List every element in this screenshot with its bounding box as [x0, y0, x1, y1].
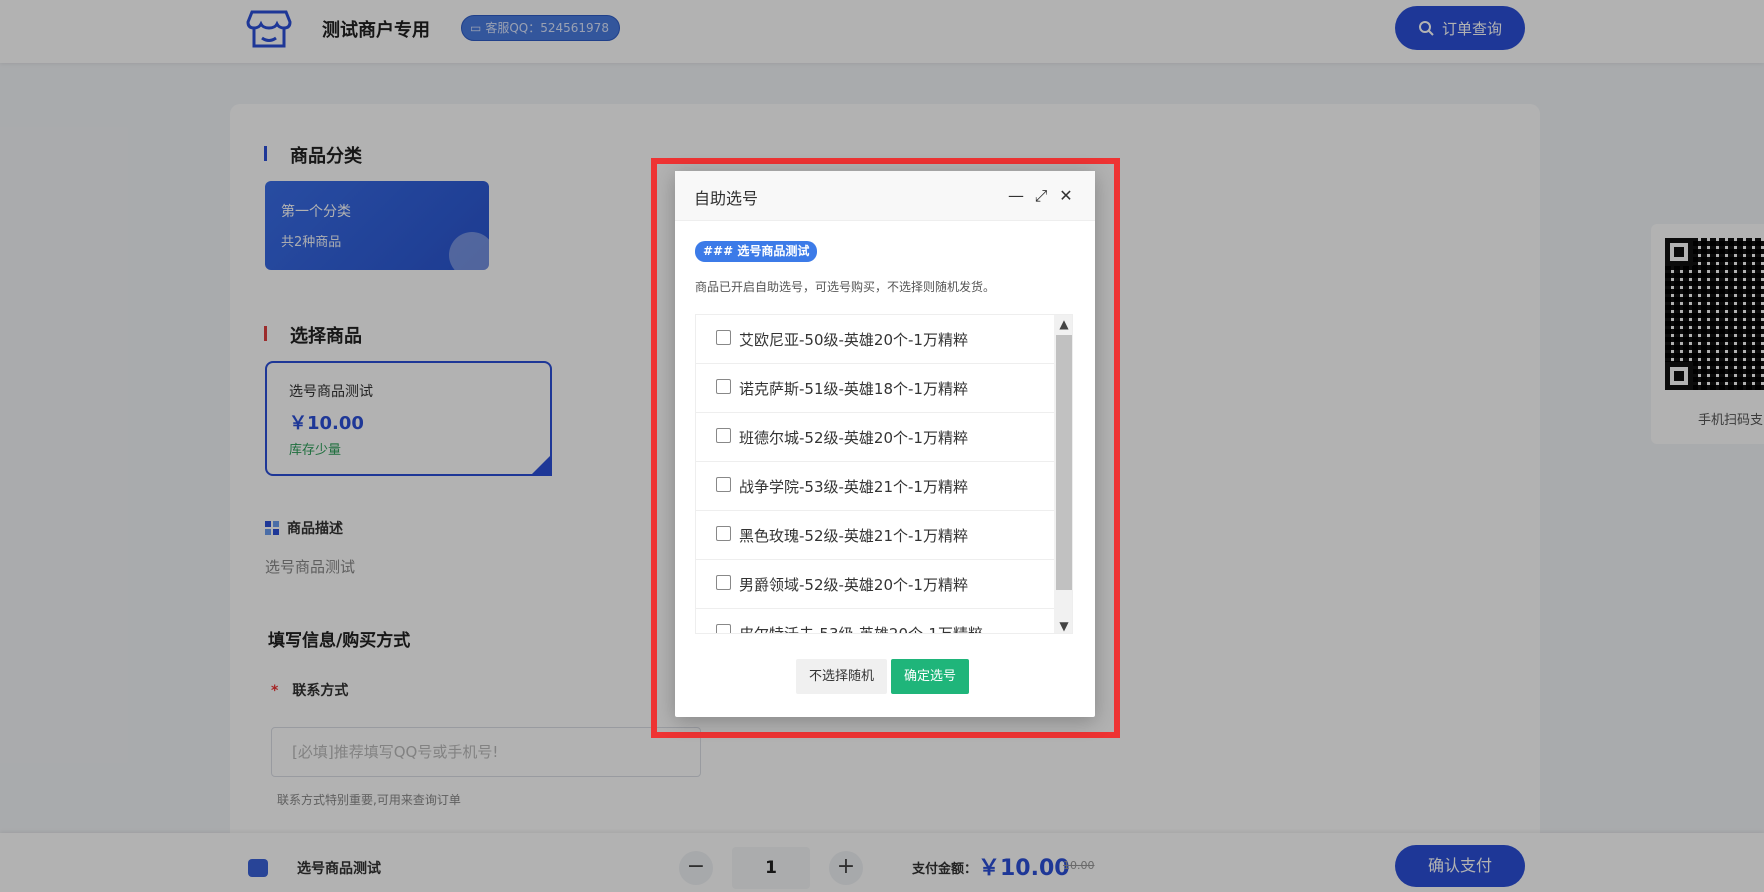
list-item[interactable]: 男爵领域-52级-英雄20个-1万精粹: [696, 560, 1054, 609]
list-item-label: 班德尔城-52级-英雄20个-1万精粹: [739, 428, 968, 447]
list-item-label: 黑色玫瑰-52级-英雄21个-1万精粹: [739, 526, 968, 545]
list-item[interactable]: 诺克萨斯-51级-英雄18个-1万精粹: [696, 364, 1054, 413]
account-list[interactable]: 艾欧尼亚-50级-英雄20个-1万精粹 诺克萨斯-51级-英雄18个-1万精粹 …: [695, 314, 1073, 634]
scroll-down-icon[interactable]: ▼: [1054, 617, 1072, 633]
list-item[interactable]: 艾欧尼亚-50级-英雄20个-1万精粹: [696, 315, 1054, 364]
list-item[interactable]: 战争学院-53级-英雄21个-1万精粹: [696, 462, 1054, 511]
list-item-label: 男爵领域-52级-英雄20个-1万精粹: [739, 575, 968, 594]
checkbox[interactable]: [716, 428, 731, 443]
list-item-label: 诺克萨斯-51级-英雄18个-1万精粹: [739, 379, 968, 398]
checkbox[interactable]: [716, 477, 731, 492]
list-item[interactable]: 皮尔特沃夫-53级-英雄20个-1万精粹: [696, 609, 1054, 634]
modal-header: 自助选号 — ⤢ ✕: [675, 171, 1095, 221]
modal-title: 自助选号: [694, 189, 759, 208]
checkbox[interactable]: [716, 330, 731, 345]
list-scrollbar[interactable]: ▲ ▼: [1054, 315, 1072, 633]
confirm-select-button[interactable]: 确定选号: [891, 659, 969, 694]
product-tag: ### 选号商品测试: [695, 241, 818, 262]
self-select-modal: 自助选号 — ⤢ ✕ ### 选号商品测试 商品已开启自助选号，可选号购买，不选…: [675, 171, 1095, 717]
scrollbar-thumb[interactable]: [1056, 335, 1072, 590]
account-list-inner: 艾欧尼亚-50级-英雄20个-1万精粹 诺克萨斯-51级-英雄18个-1万精粹 …: [696, 315, 1054, 634]
random-select-button[interactable]: 不选择随机: [796, 659, 887, 694]
modal-notice: 商品已开启自助选号，可选号购买，不选择则随机发货。: [695, 280, 996, 294]
list-item-label: 战争学院-53级-英雄21个-1万精粹: [739, 477, 968, 496]
checkbox[interactable]: [716, 624, 731, 633]
scroll-up-icon[interactable]: ▲: [1054, 315, 1072, 333]
checkbox[interactable]: [716, 379, 731, 394]
list-item[interactable]: 班德尔城-52级-英雄20个-1万精粹: [696, 413, 1054, 462]
list-item-label: 皮尔特沃夫-53级-英雄20个-1万精粹: [739, 624, 983, 634]
maximize-icon[interactable]: ⤢: [1030, 185, 1052, 207]
checkbox[interactable]: [716, 575, 731, 590]
minimize-icon[interactable]: —: [1005, 185, 1027, 207]
list-item-label: 艾欧尼亚-50级-英雄20个-1万精粹: [739, 330, 968, 349]
checkbox[interactable]: [716, 526, 731, 541]
list-item[interactable]: 黑色玫瑰-52级-英雄21个-1万精粹: [696, 511, 1054, 560]
close-icon[interactable]: ✕: [1055, 185, 1077, 207]
